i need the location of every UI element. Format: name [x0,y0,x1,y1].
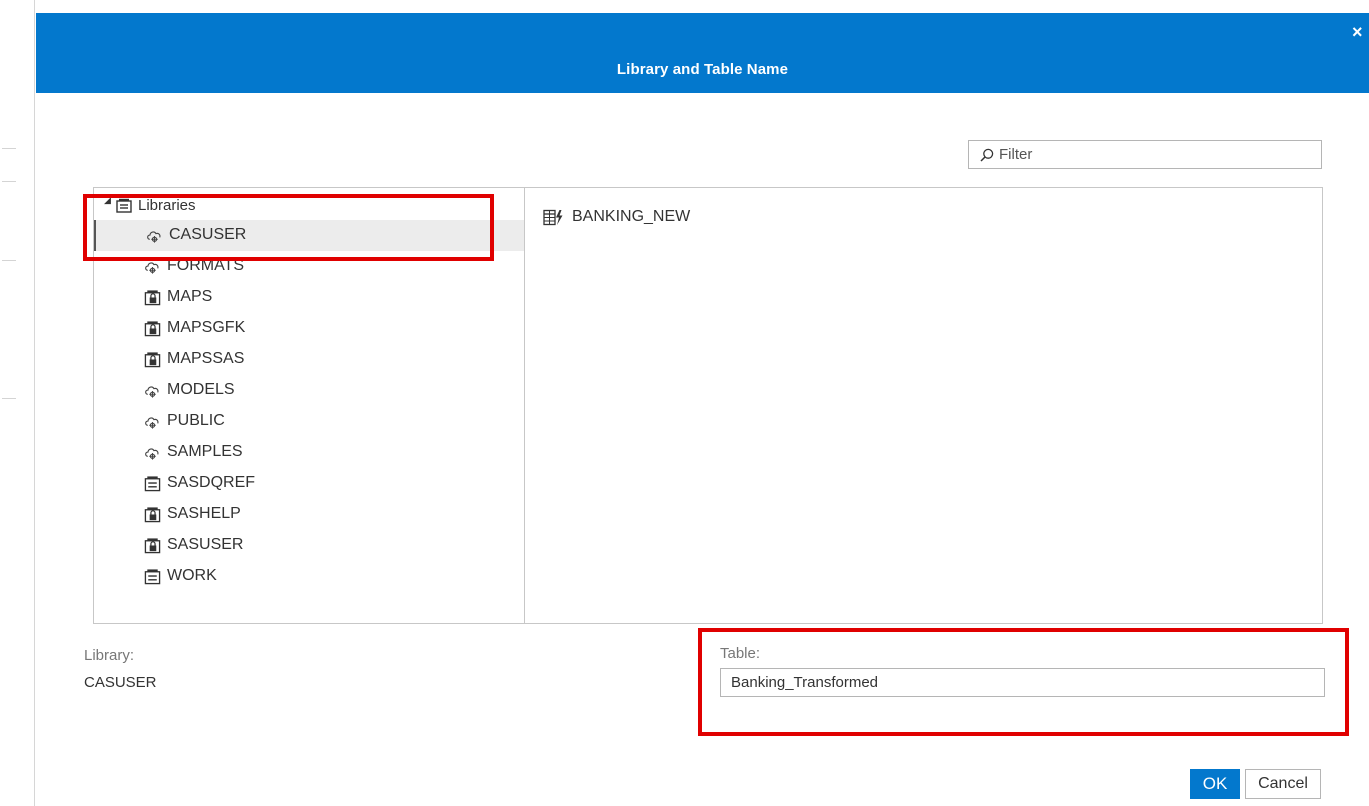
tree-item-samples[interactable]: SAMPLES [94,437,524,468]
tree-item-maps[interactable]: MAPS [94,282,524,313]
tree-item-label: CASUSER [169,226,247,243]
expand-triangle-icon[interactable]: ◢ [104,195,112,206]
strip-divider [2,148,16,149]
tree-item-models[interactable]: MODELS [94,375,524,406]
locked-library-icon [144,321,161,337]
tree-root-libraries[interactable]: ◢ Libraries [104,195,196,215]
tree-item-label: MODELS [167,381,235,398]
library-table-dialog: Library and Table Name × ◢ Libraries [36,13,1369,806]
tree-item-label: FORMATS [167,257,245,274]
locked-library-icon [144,352,161,368]
library-browser: ◢ Libraries CASUSER FORMATS MAPS MAPSGFK… [93,187,1323,624]
tree-item-label: WORK [167,567,217,584]
tree-item-sasuser[interactable]: SASUSER [94,530,524,561]
tree-item-casuser[interactable]: CASUSER [94,220,524,251]
strip-divider [2,181,16,182]
library-icon [144,569,161,585]
tree-item-formats[interactable]: FORMATS [94,251,524,282]
locked-library-icon [144,507,161,523]
strip-divider [2,398,16,399]
library-label: Library: [84,647,135,664]
table-item-label: BANKING_NEW [572,208,691,225]
tree-item-public[interactable]: PUBLIC [94,406,524,437]
strip-divider [2,260,16,261]
tree-item-label: SASHELP [167,505,241,522]
tree-root-label: Libraries [138,196,196,214]
cloud-library-icon [145,262,159,274]
library-tree: ◢ Libraries CASUSER FORMATS MAPS MAPSGFK… [94,188,524,623]
dialog-header: Library and Table Name × [36,13,1369,93]
tree-item-label: PUBLIC [167,412,225,429]
tree-item-label: SASDQREF [167,474,256,491]
locked-library-icon [144,290,161,306]
cloud-library-icon [145,417,159,429]
filter-input[interactable] [999,144,1314,165]
strip-border [34,0,35,806]
tree-item-sashelp[interactable]: SASHELP [94,499,524,530]
cloud-library-icon [147,231,161,243]
background-page-strip [0,0,34,806]
cloud-library-icon [145,448,159,460]
close-icon[interactable]: × [1352,22,1369,42]
cancel-button[interactable]: Cancel [1245,769,1321,799]
dialog-title: Library and Table Name [616,61,789,78]
ok-button[interactable]: OK [1190,769,1240,799]
filter-field[interactable] [968,140,1322,169]
tree-item-label: SASUSER [167,536,244,553]
table-list: BANKING_NEW [525,188,1322,623]
library-icon [144,476,161,492]
table-name-label: Table: [720,645,761,662]
tree-item-sasdqref[interactable]: SASDQREF [94,468,524,499]
tree-item-label: MAPS [167,288,213,305]
library-icon [116,198,132,213]
search-icon [980,148,994,162]
tree-item-mapsgfk[interactable]: MAPSGFK [94,313,524,344]
cas-table-icon [543,209,563,225]
cloud-library-icon [145,386,159,398]
tree-item-work[interactable]: WORK [94,561,524,592]
tree-item-label: SAMPLES [167,443,243,460]
tree-item-label: MAPSSAS [167,350,245,367]
table-item-banking-new[interactable]: BANKING_NEW [543,206,690,228]
tree-item-label: MAPSGFK [167,319,246,336]
table-name-input[interactable] [720,668,1325,697]
library-value: CASUSER [84,674,157,691]
locked-library-icon [144,538,161,554]
tree-item-mapssas[interactable]: MAPSSAS [94,344,524,375]
